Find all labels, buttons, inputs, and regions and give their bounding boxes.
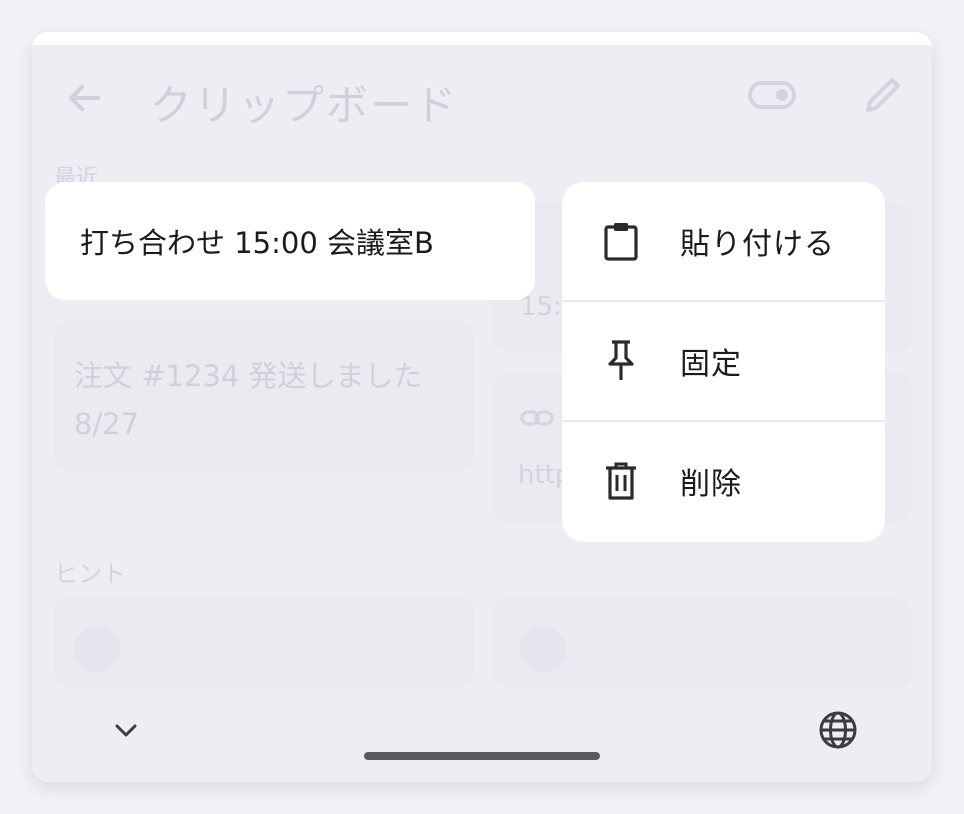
- trash-icon: [598, 458, 644, 504]
- link-icon: [520, 410, 554, 426]
- hint-clipboard-icon: [520, 626, 566, 672]
- toggle-icon[interactable]: [748, 80, 798, 110]
- home-indicator[interactable]: [364, 752, 600, 760]
- clip-text-line1: 注文 #1234 発送しました: [74, 359, 423, 393]
- pin-icon: [598, 338, 644, 384]
- clipboard-icon: [598, 218, 644, 264]
- menu-item-delete[interactable]: 削除: [562, 422, 885, 540]
- section-hint-label: ヒント: [54, 560, 126, 588]
- clip-preview-card: 打ち合わせ 15:00 会議室B: [45, 182, 535, 300]
- edit-pencil-icon[interactable]: [860, 72, 906, 118]
- menu-item-pin[interactable]: 固定: [562, 302, 885, 420]
- panel-top-strip: [32, 32, 932, 45]
- chevron-down-icon[interactable]: [110, 714, 142, 746]
- menu-item-paste[interactable]: 貼り付ける: [562, 182, 885, 300]
- menu-item-label: 削除: [680, 467, 742, 502]
- clip-text-line2: 8/27: [74, 407, 140, 441]
- menu-item-label: 固定: [680, 347, 742, 382]
- page-title: クリップボード: [150, 81, 459, 130]
- hint-toggle-icon: [74, 626, 120, 672]
- menu-item-label: 貼り付ける: [680, 227, 835, 262]
- clip-card-text: 注文 #1234 発送しました 8/27: [74, 352, 423, 448]
- back-arrow-icon[interactable]: [62, 76, 106, 120]
- context-menu: 貼り付ける 固定 削除: [562, 182, 885, 542]
- globe-icon[interactable]: [816, 708, 860, 752]
- clip-preview-text: 打ち合わせ 15:00 会議室B: [80, 226, 434, 260]
